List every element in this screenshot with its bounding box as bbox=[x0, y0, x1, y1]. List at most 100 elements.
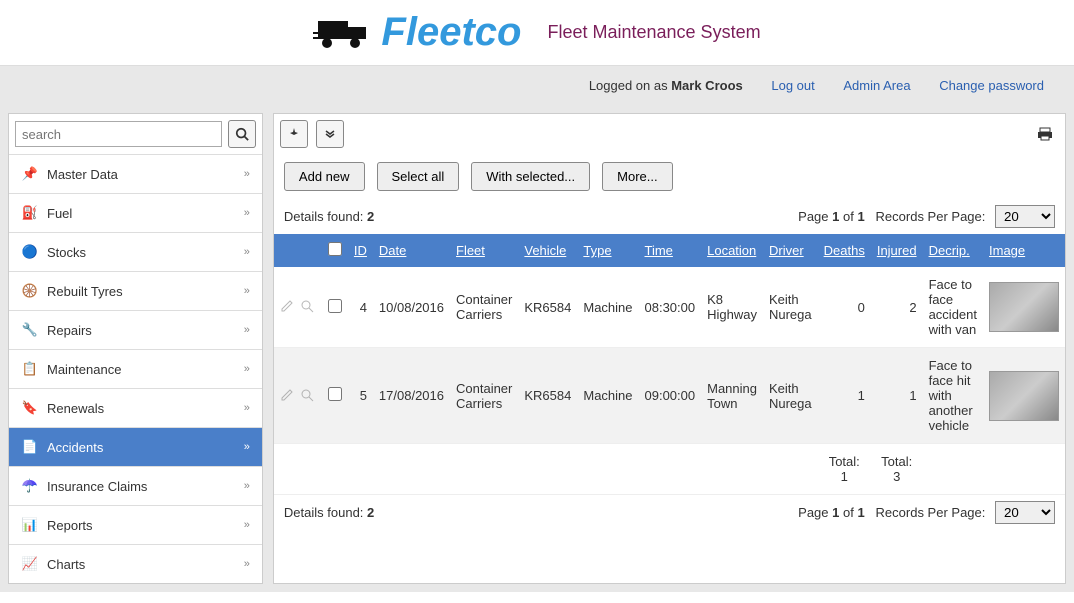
row-checkbox[interactable] bbox=[328, 387, 342, 401]
admin-area-link[interactable]: Admin Area bbox=[843, 78, 910, 93]
nav-label: Repairs bbox=[47, 323, 92, 338]
records-per-page-select-bottom[interactable]: 20 bbox=[995, 501, 1055, 524]
add-new-button[interactable]: Add new bbox=[284, 162, 365, 191]
nav-label: Reports bbox=[47, 518, 93, 533]
search-button[interactable] bbox=[228, 120, 256, 148]
nav-icon: ☂️ bbox=[21, 477, 39, 495]
nav-label: Fuel bbox=[47, 206, 72, 221]
sidebar-item-repairs[interactable]: 🔧 Repairs » bbox=[9, 310, 262, 349]
view-icon[interactable] bbox=[300, 388, 316, 404]
chevron-right-icon: » bbox=[244, 519, 250, 531]
col-fleet[interactable]: Fleet bbox=[450, 234, 518, 267]
cell-deaths: 0 bbox=[818, 267, 871, 348]
details-found-bottom: Details found: 2 bbox=[284, 505, 374, 520]
accident-thumbnail[interactable] bbox=[989, 371, 1059, 421]
col-time[interactable]: Time bbox=[639, 234, 702, 267]
chevron-right-icon: » bbox=[244, 246, 250, 258]
search-icon bbox=[235, 127, 249, 141]
username: Mark Croos bbox=[671, 78, 743, 93]
sidebar-item-renewals[interactable]: 🔖 Renewals » bbox=[9, 388, 262, 427]
col-checkbox[interactable] bbox=[322, 234, 348, 267]
sidebar-item-maintenance[interactable]: 📋Maintenance» bbox=[9, 349, 262, 388]
nav-icon: 📊 bbox=[21, 516, 39, 534]
content-area: Add new Select all With selected... More… bbox=[273, 113, 1066, 584]
pin-icon bbox=[288, 128, 300, 140]
sidebar-item-reports[interactable]: 📊 Reports » bbox=[9, 505, 262, 544]
sidebar-item-fuel[interactable]: ⛽Fuel» bbox=[9, 193, 262, 232]
dropdown-toggle-button[interactable] bbox=[316, 120, 344, 148]
chevron-right-icon: » bbox=[244, 324, 250, 336]
cell-id: 4 bbox=[348, 267, 373, 348]
col-location[interactable]: Location bbox=[701, 234, 763, 267]
logout-link[interactable]: Log out bbox=[771, 78, 814, 93]
pin-button[interactable] bbox=[280, 120, 308, 148]
sidebar: 📌Master Data»⛽Fuel»🔵Stocks»🛞Rebuilt Tyre… bbox=[8, 113, 263, 584]
change-password-link[interactable]: Change password bbox=[939, 78, 1044, 93]
table-row: 517/08/2016Container CarriersKR6584Machi… bbox=[274, 348, 1065, 444]
cell-type: Machine bbox=[577, 348, 638, 444]
records-per-page-label: Records Per Page: bbox=[876, 209, 986, 224]
nav-label: Stocks bbox=[47, 245, 86, 260]
sidebar-item-insurance-claims[interactable]: ☂️ Insurance Claims » bbox=[9, 466, 262, 505]
nav-icon: 📌 bbox=[21, 165, 39, 183]
col-date[interactable]: Date bbox=[373, 234, 450, 267]
chevron-right-icon: » bbox=[244, 558, 250, 570]
col-injured[interactable]: Injured bbox=[871, 234, 923, 267]
app-header: Fleetco Fleet Maintenance System bbox=[0, 0, 1074, 66]
chevron-down-icon bbox=[325, 129, 335, 139]
nav-label: Maintenance bbox=[47, 362, 121, 377]
cell-image[interactable] bbox=[983, 348, 1065, 444]
sidebar-item-master-data[interactable]: 📌Master Data» bbox=[9, 154, 262, 193]
total-injured: Total: 3 bbox=[871, 444, 923, 495]
accident-thumbnail[interactable] bbox=[989, 282, 1059, 332]
nav-icon: ⛽ bbox=[21, 204, 39, 222]
details-found: Details found: 2 bbox=[284, 209, 374, 224]
nav-label: Rebuilt Tyres bbox=[47, 284, 123, 299]
truck-icon bbox=[313, 13, 373, 53]
col-deaths[interactable]: Deaths bbox=[818, 234, 871, 267]
sidebar-item-rebuilt-tyres[interactable]: 🛞Rebuilt Tyres» bbox=[9, 271, 262, 310]
cell-location: K8 Highway bbox=[701, 267, 763, 348]
nav-label: Renewals bbox=[47, 401, 104, 416]
more-button[interactable]: More... bbox=[602, 162, 672, 191]
col-vehicle[interactable]: Vehicle bbox=[518, 234, 577, 267]
chevron-right-icon: » bbox=[244, 441, 250, 453]
search-input[interactable] bbox=[15, 121, 222, 147]
cell-image[interactable] bbox=[983, 267, 1065, 348]
nav-icon: 🔧 bbox=[21, 321, 39, 339]
col-id[interactable]: ID bbox=[348, 234, 373, 267]
cell-vehicle: KR6584 bbox=[518, 348, 577, 444]
print-button[interactable] bbox=[1031, 120, 1059, 148]
cell-vehicle: KR6584 bbox=[518, 267, 577, 348]
cell-descrip: Face to face accident with van bbox=[923, 267, 983, 348]
edit-icon[interactable] bbox=[280, 299, 296, 315]
cell-injured: 1 bbox=[871, 348, 923, 444]
nav-icon: 🔖 bbox=[21, 399, 39, 417]
col-type[interactable]: Type bbox=[577, 234, 638, 267]
nav-label: Insurance Claims bbox=[47, 479, 147, 494]
with-selected-button[interactable]: With selected... bbox=[471, 162, 590, 191]
cell-fleet: Container Carriers bbox=[450, 348, 518, 444]
sidebar-item-accidents[interactable]: 📄Accidents» bbox=[9, 427, 262, 466]
select-all-button[interactable]: Select all bbox=[377, 162, 460, 191]
edit-icon[interactable] bbox=[280, 388, 296, 404]
select-all-checkbox[interactable] bbox=[328, 242, 342, 256]
records-per-page-select[interactable]: 20 bbox=[995, 205, 1055, 228]
accidents-table: ID Date Fleet Vehicle Type Time Location… bbox=[274, 234, 1065, 495]
chevron-right-icon: » bbox=[244, 480, 250, 492]
row-checkbox[interactable] bbox=[328, 299, 342, 313]
view-icon[interactable] bbox=[300, 299, 316, 315]
sidebar-item-stocks[interactable]: 🔵Stocks» bbox=[9, 232, 262, 271]
nav-icon: 📄 bbox=[21, 438, 39, 456]
nav-label: Charts bbox=[47, 557, 85, 572]
chevron-right-icon: » bbox=[244, 168, 250, 180]
col-descrip[interactable]: Decrip. bbox=[923, 234, 983, 267]
col-driver[interactable]: Driver bbox=[763, 234, 818, 267]
cell-location: Manning Town bbox=[701, 348, 763, 444]
chevron-right-icon: » bbox=[244, 402, 250, 414]
cell-deaths: 1 bbox=[818, 348, 871, 444]
chevron-right-icon: » bbox=[244, 285, 250, 297]
sidebar-item-charts[interactable]: 📈Charts» bbox=[9, 544, 262, 583]
col-image[interactable]: Image bbox=[983, 234, 1065, 267]
cell-id: 5 bbox=[348, 348, 373, 444]
